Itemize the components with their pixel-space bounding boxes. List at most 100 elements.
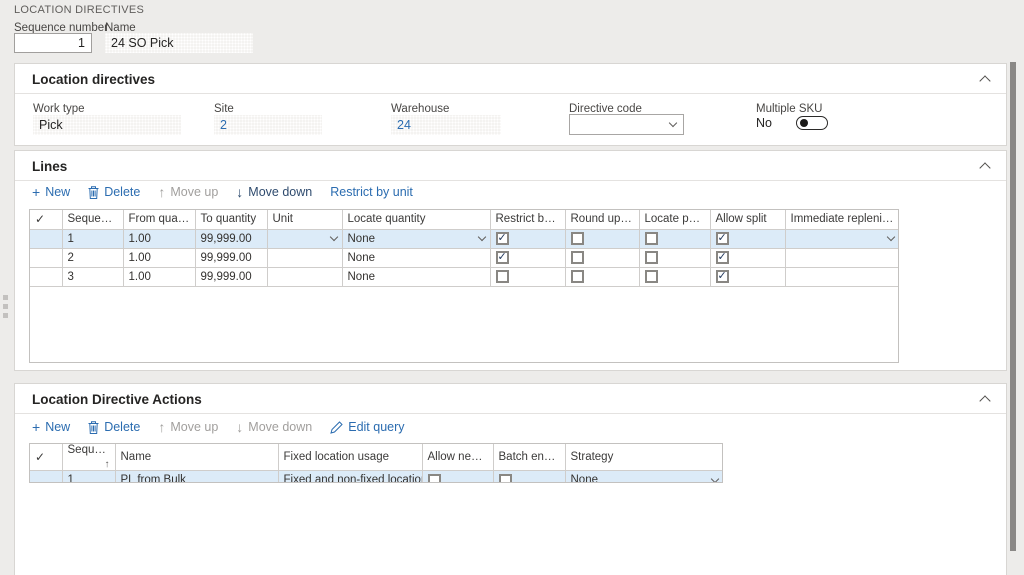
edit-query-button[interactable]: Edit query <box>330 420 404 434</box>
vertical-scrollbar[interactable] <box>1010 62 1016 551</box>
col-locate-quantity[interactable]: Locate quantity <box>342 210 490 229</box>
checkbox[interactable] <box>496 270 509 283</box>
checkbox[interactable] <box>571 232 584 245</box>
locate-packing-cell[interactable] <box>639 229 710 248</box>
immediate-replenishment-cell[interactable] <box>785 229 899 248</box>
delete-button[interactable]: Delete <box>88 185 140 199</box>
checkbox[interactable] <box>571 270 584 283</box>
row-select-cell[interactable] <box>30 229 62 248</box>
collapse-chevron-icon[interactable] <box>981 395 990 404</box>
table-row[interactable]: 1 1.00 99,999.00 None <box>30 229 899 248</box>
table-row[interactable]: 2 1.00 99,999.00 None <box>30 248 899 267</box>
to-quantity-cell[interactable]: 99,999.00 <box>195 248 267 267</box>
move-up-button[interactable]: ↑ Move up <box>158 185 218 199</box>
col-name[interactable]: Name <box>115 444 278 471</box>
allow-split-cell[interactable] <box>710 229 785 248</box>
work-type-field[interactable]: Pick <box>33 115 181 135</box>
delete-button[interactable]: Delete <box>88 420 140 434</box>
allow-split-cell[interactable] <box>710 267 785 286</box>
checkbox[interactable] <box>716 232 729 245</box>
col-restrict-by-unit[interactable]: Restrict by unit <box>490 210 565 229</box>
select-all-header[interactable]: ✓ <box>30 444 62 471</box>
from-quantity-cell[interactable]: 1.00 <box>123 229 195 248</box>
checkbox[interactable] <box>496 251 509 264</box>
checkbox[interactable] <box>571 251 584 264</box>
unit-cell[interactable] <box>267 229 342 248</box>
table-row[interactable]: 1 PL from Bulk Fixed and non-fixed locat… <box>30 471 723 484</box>
name-field[interactable]: 24 SO Pick <box>105 33 253 53</box>
locate-quantity-cell[interactable]: None <box>342 267 490 286</box>
fixed-location-usage-cell[interactable]: Fixed and non-fixed locations <box>278 471 422 484</box>
col-locate-packing[interactable]: Locate packin... <box>639 210 710 229</box>
collapse-chevron-icon[interactable] <box>981 75 990 84</box>
new-button[interactable]: + New <box>32 420 70 434</box>
col-round-up-to[interactable]: Round up to ... <box>565 210 639 229</box>
locate-quantity-cell[interactable]: None <box>342 229 490 248</box>
strategy-cell[interactable]: None <box>565 471 723 484</box>
row-select-cell[interactable] <box>30 471 62 484</box>
directive-code-dropdown[interactable] <box>569 114 684 135</box>
immediate-replenishment-cell[interactable] <box>785 248 899 267</box>
checkbox[interactable] <box>716 251 729 264</box>
col-allow-negative[interactable]: Allow negativ... <box>422 444 493 471</box>
multiple-sku-toggle[interactable] <box>796 116 828 130</box>
round-up-to-cell[interactable] <box>565 267 639 286</box>
unit-cell[interactable] <box>267 248 342 267</box>
unit-cell[interactable] <box>267 267 342 286</box>
col-immediate-replenishment[interactable]: Immediate replenishm... <box>785 210 899 229</box>
row-select-cell[interactable] <box>30 267 62 286</box>
move-down-button[interactable]: ↓ Move down <box>236 185 312 199</box>
from-quantity-cell[interactable]: 1.00 <box>123 267 195 286</box>
move-up-button[interactable]: ↑ Move up <box>158 420 218 434</box>
col-sequence[interactable]: Sequence nu... <box>62 210 123 229</box>
restrict-by-unit-cell[interactable] <box>490 267 565 286</box>
restrict-by-unit-cell[interactable] <box>490 248 565 267</box>
col-strategy[interactable]: Strategy <box>565 444 723 471</box>
col-sequence[interactable]: Sequence ...↑ <box>62 444 115 471</box>
checkbox[interactable] <box>428 474 441 484</box>
site-field[interactable]: 2 <box>214 115 322 135</box>
table-row[interactable]: 3 1.00 99,999.00 None <box>30 267 899 286</box>
col-batch-enabled[interactable]: Batch enabled <box>493 444 565 471</box>
sequence-cell[interactable]: 1 <box>62 471 115 484</box>
round-up-to-cell[interactable] <box>565 248 639 267</box>
restrict-by-unit-cell[interactable] <box>490 229 565 248</box>
checkbox[interactable] <box>496 232 509 245</box>
from-quantity-cell[interactable]: 1.00 <box>123 248 195 267</box>
col-from-quantity[interactable]: From quantity <box>123 210 195 229</box>
sequence-cell[interactable]: 2 <box>62 248 123 267</box>
checkbox[interactable] <box>716 270 729 283</box>
to-quantity-cell[interactable]: 99,999.00 <box>195 229 267 248</box>
move-down-button[interactable]: ↓ Move down <box>236 420 312 434</box>
round-up-to-cell[interactable] <box>565 229 639 248</box>
checkbox[interactable] <box>645 232 658 245</box>
new-button[interactable]: + New <box>32 185 70 199</box>
checkbox[interactable] <box>499 474 512 484</box>
allow-split-cell[interactable] <box>710 248 785 267</box>
select-all-header[interactable]: ✓ <box>30 210 62 229</box>
row-select-cell[interactable] <box>30 248 62 267</box>
allow-negative-cell[interactable] <box>422 471 493 484</box>
col-fixed-location-usage[interactable]: Fixed location usage <box>278 444 422 471</box>
batch-enabled-cell[interactable] <box>493 471 565 484</box>
sequence-cell[interactable]: 1 <box>62 229 123 248</box>
site-label: Site <box>214 103 234 115</box>
name-cell[interactable]: PL from Bulk <box>115 471 278 484</box>
grip-dot-icon <box>3 304 8 309</box>
col-to-quantity[interactable]: To quantity <box>195 210 267 229</box>
to-quantity-cell[interactable]: 99,999.00 <box>195 267 267 286</box>
pane-splitter-grip[interactable] <box>1 295 9 327</box>
locate-packing-cell[interactable] <box>639 267 710 286</box>
sequence-cell[interactable]: 3 <box>62 267 123 286</box>
checkbox[interactable] <box>645 270 658 283</box>
sequence-number-input[interactable]: 1 <box>14 33 92 53</box>
warehouse-field[interactable]: 24 <box>391 115 501 135</box>
locate-packing-cell[interactable] <box>639 248 710 267</box>
collapse-chevron-icon[interactable] <box>981 162 990 171</box>
restrict-by-unit-button[interactable]: Restrict by unit <box>330 185 413 199</box>
locate-quantity-cell[interactable]: None <box>342 248 490 267</box>
immediate-replenishment-cell[interactable] <box>785 267 899 286</box>
checkbox[interactable] <box>645 251 658 264</box>
col-allow-split[interactable]: Allow split <box>710 210 785 229</box>
col-unit[interactable]: Unit <box>267 210 342 229</box>
